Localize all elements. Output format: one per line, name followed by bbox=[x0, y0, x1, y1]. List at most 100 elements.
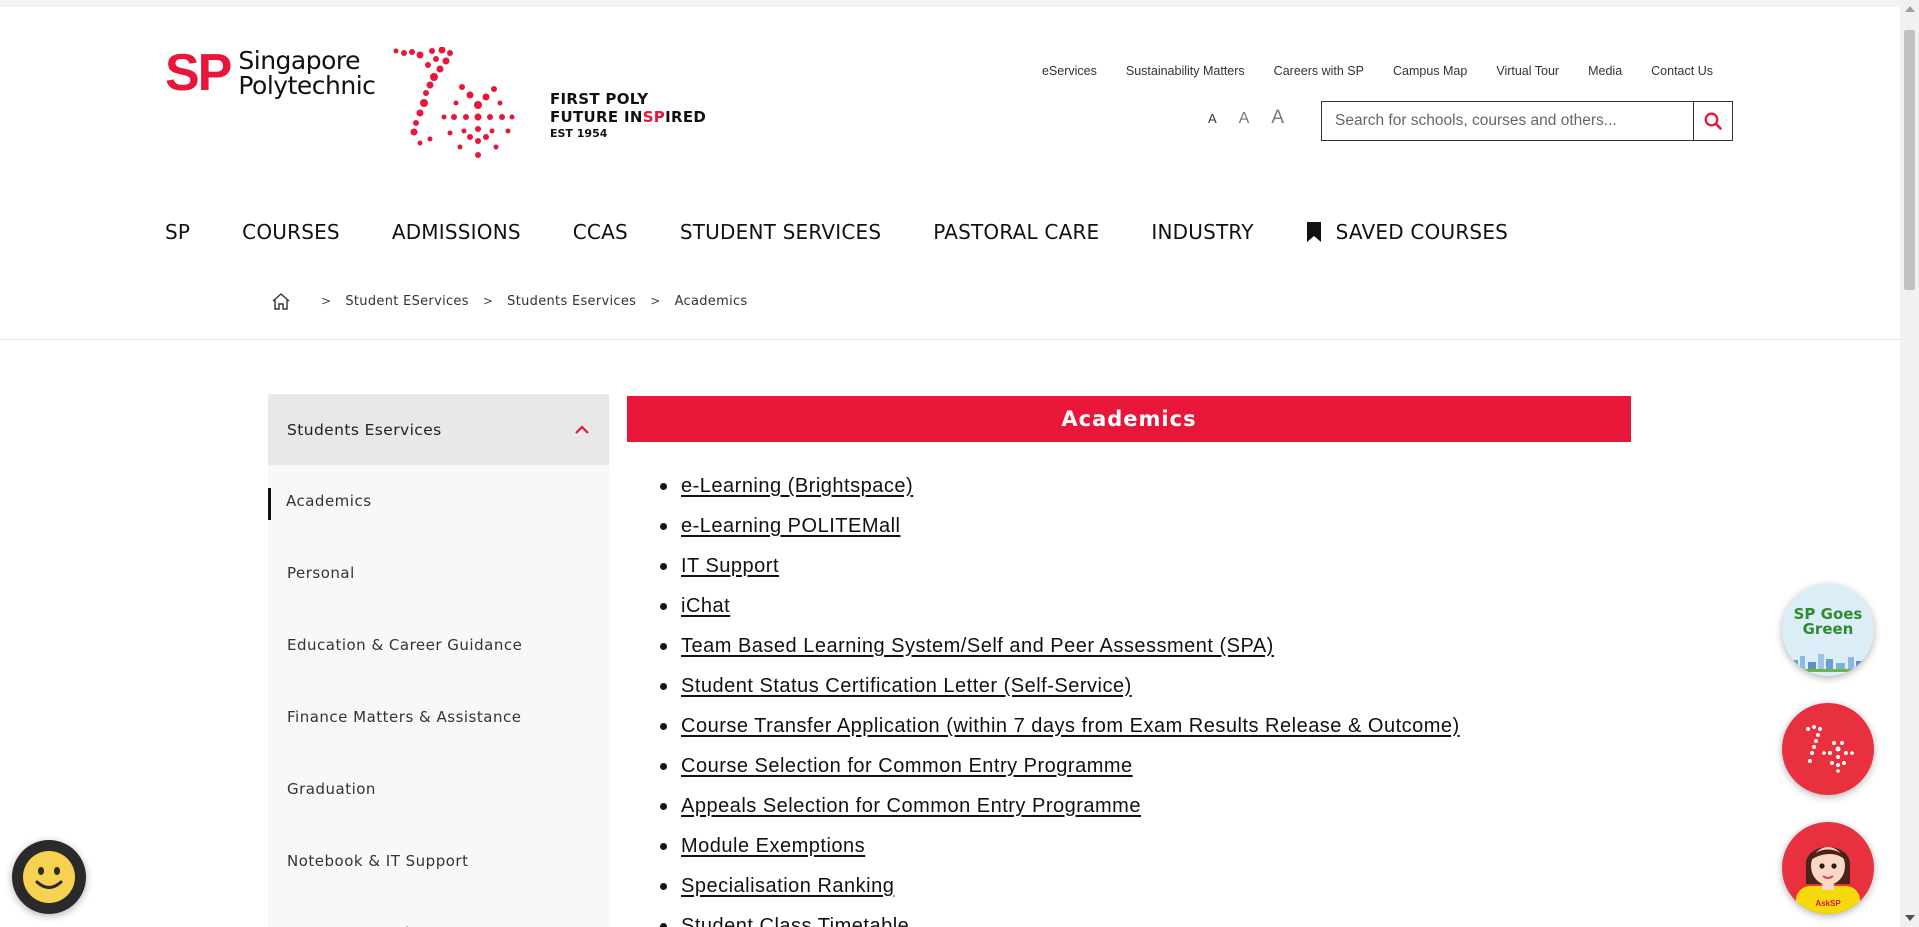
feedback-smiley-button[interactable] bbox=[12, 840, 86, 914]
link-elearning-brightspace[interactable]: e-Learning (Brightspace) bbox=[681, 475, 913, 498]
list-item: Specialisation Ranking bbox=[660, 866, 1460, 906]
link-elearning-politemall[interactable]: e-Learning POLITEMall bbox=[681, 515, 900, 538]
bookmark-icon bbox=[1306, 222, 1321, 242]
link-specialisation-ranking[interactable]: Specialisation Ranking bbox=[681, 875, 894, 898]
chevron-up-icon bbox=[575, 424, 589, 434]
breadcrumb-sep: > bbox=[650, 294, 661, 308]
list-item: Student Class Timetable bbox=[660, 906, 1460, 927]
nav-sp[interactable]: SP bbox=[165, 220, 190, 244]
logo-name: Singapore Polytechnic bbox=[238, 48, 376, 100]
nav-ccas[interactable]: CCAS bbox=[573, 220, 628, 244]
link-student-status-letter[interactable]: Student Status Certification Letter (Sel… bbox=[681, 675, 1132, 698]
sidebar-item-academics[interactable]: Academics bbox=[268, 465, 609, 537]
nav-industry[interactable]: INDUSTRY bbox=[1151, 220, 1253, 244]
list-item: Course Transfer Application (within 7 da… bbox=[660, 706, 1460, 746]
tagline-line1: FIRST POLY bbox=[550, 90, 649, 108]
chatbot-avatar-icon: AskSP bbox=[1796, 847, 1860, 914]
breadcrumb-item-student-eservices[interactable]: Student EServices bbox=[345, 294, 468, 309]
font-size-controls: A A A bbox=[1208, 107, 1284, 129]
utility-links: eServices Sustainability Matters Careers… bbox=[1042, 64, 1713, 78]
sidebar-item-personal[interactable]: Personal bbox=[268, 537, 609, 609]
sp-anniversary-button[interactable] bbox=[1782, 703, 1874, 795]
nav-pastoral-care[interactable]: PASTORAL CARE bbox=[933, 220, 1099, 244]
sp-logo[interactable]: SP Singapore Polytechnic bbox=[165, 44, 376, 102]
scroll-up-arrow-icon[interactable] bbox=[1905, 6, 1915, 12]
breadcrumb-item-academics: Academics bbox=[674, 293, 748, 309]
scroll-down-arrow-icon[interactable] bbox=[1905, 915, 1915, 921]
nav-admissions[interactable]: ADMISSIONS bbox=[392, 220, 521, 244]
util-link-contact[interactable]: Contact Us bbox=[1651, 64, 1713, 78]
search-icon bbox=[1704, 112, 1722, 130]
sp-goes-green-button[interactable]: SP Goes Green bbox=[1782, 584, 1874, 676]
nav-courses[interactable]: COURSES bbox=[242, 220, 340, 244]
list-item: e-Learning (Brightspace) bbox=[660, 466, 1460, 506]
link-ichat[interactable]: iChat bbox=[681, 595, 730, 618]
sidebar-heading[interactable]: Students Eservices bbox=[268, 394, 609, 465]
smiley-icon bbox=[23, 851, 75, 903]
util-link-careers[interactable]: Careers with SP bbox=[1274, 64, 1364, 78]
page-title: Academics bbox=[627, 396, 1631, 442]
scrollbar-thumb[interactable] bbox=[1904, 30, 1915, 290]
link-appeals-selection-cep[interactable]: Appeals Selection for Common Entry Progr… bbox=[681, 795, 1141, 818]
nav-saved-courses[interactable]: SAVED COURSES bbox=[1306, 220, 1508, 244]
anniversary-mark-icon bbox=[393, 47, 515, 158]
util-link-eservices[interactable]: eServices bbox=[1042, 64, 1097, 78]
main-nav: SP COURSES ADMISSIONS CCAS STUDENT SERVI… bbox=[165, 220, 1560, 244]
browser-top-strip bbox=[0, 0, 1900, 7]
tagline-line2-c: IRED bbox=[665, 108, 707, 126]
list-item: Team Based Learning System/Self and Peer… bbox=[660, 626, 1460, 666]
list-item: Module Exemptions bbox=[660, 826, 1460, 866]
util-link-campus-map[interactable]: Campus Map bbox=[1393, 64, 1467, 78]
tagline: FIRST POLY FUTURE INSPIRED EST 1954 bbox=[550, 90, 706, 142]
search-box bbox=[1321, 101, 1733, 141]
page-scrollbar[interactable] bbox=[1900, 0, 1919, 927]
anniversary-dots-icon bbox=[1806, 725, 1854, 773]
academics-link-list: e-Learning (Brightspace) e-Learning POLI… bbox=[660, 466, 1460, 927]
search-button[interactable] bbox=[1693, 102, 1732, 140]
link-course-selection-cep[interactable]: Course Selection for Common Entry Progra… bbox=[681, 755, 1133, 778]
link-it-support[interactable]: IT Support bbox=[681, 555, 779, 578]
list-item: Appeals Selection for Common Entry Progr… bbox=[660, 786, 1460, 826]
nav-saved-courses-label: SAVED COURSES bbox=[1335, 220, 1509, 244]
search-input[interactable] bbox=[1322, 102, 1693, 140]
link-course-transfer[interactable]: Course Transfer Application (within 7 da… bbox=[681, 715, 1460, 738]
breadcrumb-home[interactable] bbox=[271, 292, 291, 310]
site-header: SP Singapore Polytechnic FIRST POLY FUTU… bbox=[0, 7, 1900, 340]
nav-student-services[interactable]: STUDENT SERVICES bbox=[680, 220, 881, 244]
util-link-sustainability[interactable]: Sustainability Matters bbox=[1126, 64, 1245, 78]
tagline-line3: EST 1954 bbox=[550, 127, 608, 140]
logo-name-line2: Polytechnic bbox=[238, 71, 376, 100]
link-class-timetable[interactable]: Student Class Timetable bbox=[681, 915, 909, 927]
list-item: Student Status Certification Letter (Sel… bbox=[660, 666, 1460, 706]
list-item: iChat bbox=[660, 586, 1460, 626]
sidebar-item-notebook-it[interactable]: Notebook & IT Support bbox=[268, 825, 609, 897]
sp-goes-green-line2: Green bbox=[1802, 620, 1854, 638]
cityscape-icon bbox=[1788, 654, 1868, 672]
font-size-large[interactable]: A bbox=[1271, 107, 1284, 129]
home-icon bbox=[272, 293, 290, 310]
breadcrumb: > Student EServices > Students Eservices… bbox=[271, 292, 748, 310]
sidebar-item-finance[interactable]: Finance Matters & Assistance bbox=[268, 681, 609, 753]
sidebar-item-future-students[interactable]: For Future Students bbox=[268, 897, 609, 927]
ask-sp-label: AskSP bbox=[1815, 899, 1841, 908]
sp-goes-green-label: SP Goes Green bbox=[1794, 607, 1863, 637]
util-link-virtual-tour[interactable]: Virtual Tour bbox=[1496, 64, 1559, 78]
breadcrumb-sep: > bbox=[321, 294, 332, 308]
util-link-media[interactable]: Media bbox=[1588, 64, 1622, 78]
sidebar: Students Eservices Academics Personal Ed… bbox=[268, 394, 609, 927]
sidebar-item-graduation[interactable]: Graduation bbox=[268, 753, 609, 825]
list-item: Course Selection for Common Entry Progra… bbox=[660, 746, 1460, 786]
tagline-line2: FUTURE INSPIRED bbox=[550, 108, 706, 126]
list-item: e-Learning POLITEMall bbox=[660, 506, 1460, 546]
font-size-medium[interactable]: A bbox=[1239, 110, 1250, 128]
breadcrumb-item-students-eservices[interactable]: Students Eservices bbox=[507, 294, 636, 309]
tagline-line2-b: SP bbox=[642, 108, 666, 126]
logo-abbrev: SP bbox=[165, 44, 232, 102]
font-size-small[interactable]: A bbox=[1208, 111, 1217, 126]
sidebar-item-education-career[interactable]: Education & Career Guidance bbox=[268, 609, 609, 681]
tagline-line2-a: FUTURE IN bbox=[550, 108, 643, 126]
breadcrumb-sep: > bbox=[482, 294, 494, 308]
ask-sp-chatbot-button[interactable]: AskSP bbox=[1782, 822, 1874, 914]
link-module-exemptions[interactable]: Module Exemptions bbox=[681, 835, 865, 858]
link-team-based-learning[interactable]: Team Based Learning System/Self and Peer… bbox=[681, 635, 1274, 658]
